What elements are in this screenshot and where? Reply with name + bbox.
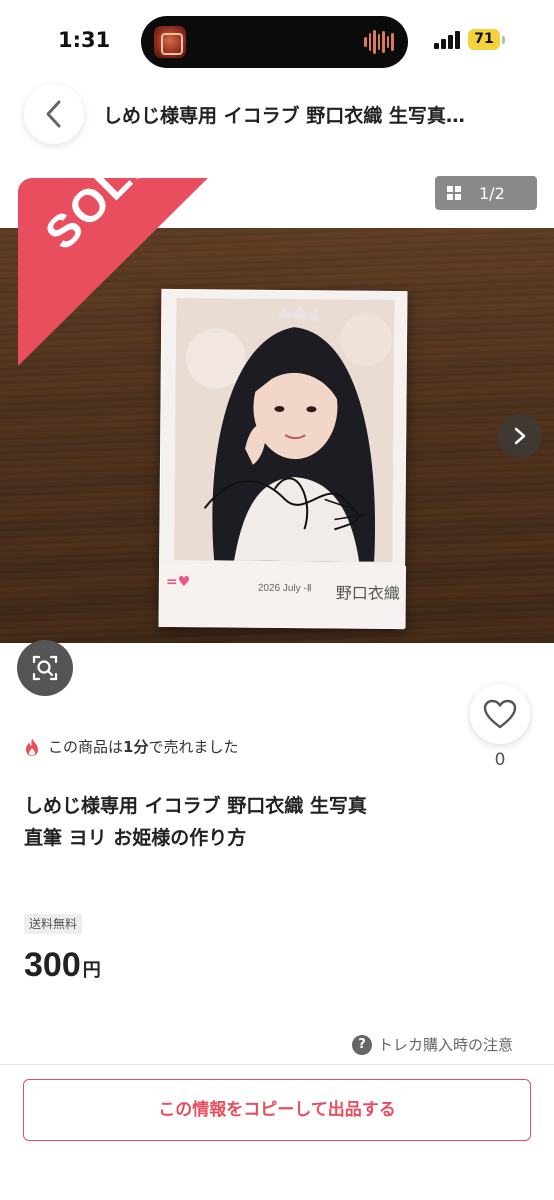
sold-info: この商品は1分で売れました <box>24 736 238 757</box>
cellular-signal-icon <box>434 31 461 49</box>
image-search-button[interactable] <box>17 640 73 696</box>
audio-waveform-icon <box>364 30 395 54</box>
battery-cap <box>502 36 505 44</box>
status-time: 1:31 <box>58 28 111 52</box>
price: 300 円 <box>24 946 101 985</box>
next-image-button[interactable] <box>498 414 542 458</box>
item-title-line-1: しめじ様専用 イコラブ 野口衣織 生写真 <box>24 795 367 817</box>
status-bar: 1:31 71 <box>0 0 554 86</box>
item-title: しめじ様専用 イコラブ 野口衣織 生写真 直筆 ヨリ お姫様の作り方 <box>24 790 454 854</box>
price-unit: 円 <box>82 960 101 981</box>
back-button[interactable] <box>24 84 84 144</box>
header: しめじ様専用 イコラブ 野口衣織 生写真… <box>0 84 554 146</box>
notice-label: トレカ購入時の注意 <box>378 1036 514 1054</box>
sold-info-suffix: で売れました <box>148 738 239 756</box>
copy-and-list-button[interactable]: この情報をコピーして出品する <box>23 1079 531 1141</box>
shipping-badge: 送料無料 <box>24 914 83 934</box>
trading-card-notice-link[interactable]: ? トレカ購入時の注意 <box>352 1034 513 1055</box>
dynamic-island <box>141 16 408 68</box>
grid-icon <box>447 186 461 200</box>
like-button[interactable] <box>470 684 530 744</box>
page-counter-label: 1/2 <box>479 183 505 203</box>
heart-icon <box>483 699 517 729</box>
sold-info-time: 1分 <box>123 738 149 756</box>
sold-info-prefix: この商品は <box>48 738 124 756</box>
card-logo: =♥ <box>165 573 191 591</box>
fire-icon <box>26 737 38 756</box>
card-footer: =♥ 2026 July -Ⅱ 野口衣織 <box>159 563 407 629</box>
chevron-left-icon <box>46 100 61 128</box>
question-circle-icon: ? <box>352 1034 372 1055</box>
card-date: 2026 July -Ⅱ <box>257 582 312 595</box>
portrait-illustration <box>174 298 395 562</box>
card-name: 野口衣織 <box>335 583 400 604</box>
chevron-right-icon <box>514 427 526 445</box>
photo-card: =♥ 2026 July -Ⅱ 野口衣織 <box>158 288 408 630</box>
page-title: しめじ様専用 イコラブ 野口衣織 生写真… <box>103 105 465 127</box>
image-search-icon <box>32 655 58 681</box>
item-title-line-2: 直筆 ヨリ お姫様の作り方 <box>24 827 247 849</box>
app-icon <box>154 26 186 58</box>
like-count: 0 <box>494 750 506 770</box>
battery-icon: 71 <box>468 29 500 50</box>
image-page-counter[interactable]: 1/2 <box>435 176 537 210</box>
price-value: 300 <box>24 946 81 984</box>
card-portrait <box>174 298 395 562</box>
